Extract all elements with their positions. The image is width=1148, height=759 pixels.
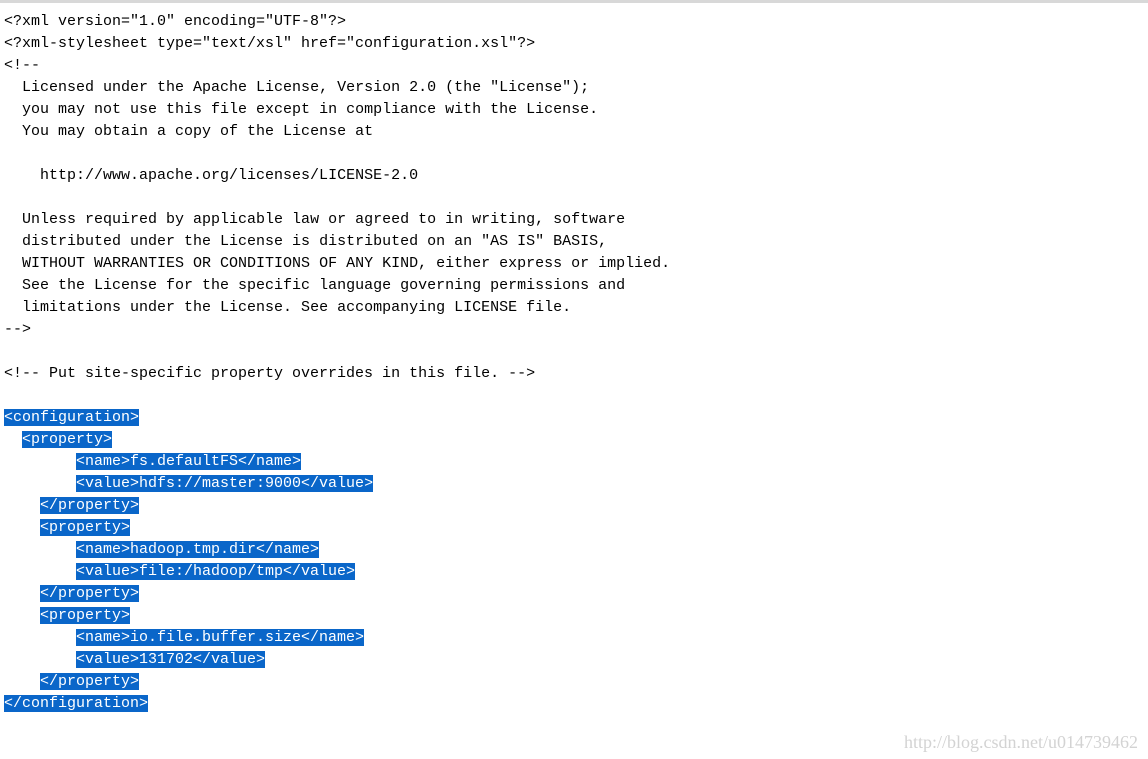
code-text: Unless required by applicable law or agr…	[22, 211, 625, 228]
code-line[interactable]: <property>	[4, 429, 1144, 451]
code-line[interactable]: <name>fs.defaultFS</name>	[4, 451, 1144, 473]
code-line[interactable]: <value>hdfs://master:9000</value>	[4, 473, 1144, 495]
code-line[interactable]	[4, 385, 1144, 407]
code-text: you may not use this file except in comp…	[22, 101, 598, 118]
code-text: <?xml-stylesheet type="text/xsl" href="c…	[4, 35, 535, 52]
selected-text: <name>io.file.buffer.size</name>	[76, 629, 364, 646]
code-line[interactable]: <value>file:/hadoop/tmp</value>	[4, 561, 1144, 583]
indent	[4, 563, 76, 580]
code-text: <?xml version="1.0" encoding="UTF-8"?>	[4, 13, 346, 30]
code-editor[interactable]: <?xml version="1.0" encoding="UTF-8"?> <?…	[0, 0, 1148, 759]
selected-text: </property>	[40, 497, 139, 514]
code-text: limitations under the License. See accom…	[22, 299, 571, 316]
indent	[4, 123, 22, 140]
indent	[4, 453, 76, 470]
code-line[interactable]	[4, 143, 1144, 165]
indent	[4, 101, 22, 118]
code-text: http://www.apache.org/licenses/LICENSE-2…	[40, 167, 418, 184]
code-line[interactable]: <name>io.file.buffer.size</name>	[4, 627, 1144, 649]
selected-text: <property>	[40, 607, 130, 624]
code-text: <!-- Put site-specific property override…	[4, 365, 535, 382]
code-line[interactable]: limitations under the License. See accom…	[4, 297, 1144, 319]
code-line[interactable]: -->	[4, 319, 1144, 341]
selected-text: <value>hdfs://master:9000</value>	[76, 475, 373, 492]
code-line[interactable]: Unless required by applicable law or agr…	[4, 209, 1144, 231]
indent	[4, 541, 76, 558]
code-line[interactable]: </configuration>	[4, 693, 1144, 715]
code-line[interactable]: <configuration>	[4, 407, 1144, 429]
code-line[interactable]: <!-- Put site-specific property override…	[4, 363, 1144, 385]
code-line[interactable]: See the License for the specific languag…	[4, 275, 1144, 297]
indent	[4, 299, 22, 316]
indent	[4, 233, 22, 250]
indent	[4, 277, 22, 294]
code-lines: <?xml version="1.0" encoding="UTF-8"?> <?…	[4, 11, 1144, 715]
watermark-text: http://blog.csdn.net/u014739462	[904, 731, 1138, 753]
code-line[interactable]: http://www.apache.org/licenses/LICENSE-2…	[4, 165, 1144, 187]
indent	[4, 607, 40, 624]
code-line[interactable]: <name>hadoop.tmp.dir</name>	[4, 539, 1144, 561]
indent	[4, 585, 40, 602]
code-line[interactable]: </property>	[4, 583, 1144, 605]
selected-text: <value>131702</value>	[76, 651, 265, 668]
selected-text: <value>file:/hadoop/tmp</value>	[76, 563, 355, 580]
indent	[4, 79, 22, 96]
code-line[interactable]: <!--	[4, 55, 1144, 77]
selected-text: </property>	[40, 585, 139, 602]
indent	[4, 497, 40, 514]
indent	[4, 475, 76, 492]
code-line[interactable]: <property>	[4, 517, 1144, 539]
code-line[interactable]: distributed under the License is distrib…	[4, 231, 1144, 253]
code-line[interactable]: Licensed under the Apache License, Versi…	[4, 77, 1144, 99]
selected-text: </property>	[40, 673, 139, 690]
indent	[4, 629, 76, 646]
indent	[4, 431, 22, 448]
code-line[interactable]: <value>131702</value>	[4, 649, 1144, 671]
indent	[4, 519, 40, 536]
indent	[4, 651, 76, 668]
code-line[interactable]: </property>	[4, 671, 1144, 693]
code-text: See the License for the specific languag…	[22, 277, 625, 294]
code-line[interactable]: you may not use this file except in comp…	[4, 99, 1144, 121]
indent	[4, 167, 40, 184]
indent	[4, 211, 22, 228]
selected-text: <configuration>	[4, 409, 139, 426]
indent	[4, 673, 40, 690]
code-line[interactable]: WITHOUT WARRANTIES OR CONDITIONS OF ANY …	[4, 253, 1144, 275]
code-text: You may obtain a copy of the License at	[22, 123, 373, 140]
code-line[interactable]: <?xml version="1.0" encoding="UTF-8"?>	[4, 11, 1144, 33]
code-line[interactable]: <property>	[4, 605, 1144, 627]
code-line[interactable]: <?xml-stylesheet type="text/xsl" href="c…	[4, 33, 1144, 55]
selected-text: <name>fs.defaultFS</name>	[76, 453, 301, 470]
selected-text: <property>	[22, 431, 112, 448]
selected-text: <property>	[40, 519, 130, 536]
code-text: Licensed under the Apache License, Versi…	[22, 79, 589, 96]
code-text: WITHOUT WARRANTIES OR CONDITIONS OF ANY …	[22, 255, 670, 272]
selected-text: <name>hadoop.tmp.dir</name>	[76, 541, 319, 558]
code-line[interactable]: You may obtain a copy of the License at	[4, 121, 1144, 143]
code-text: -->	[4, 321, 31, 338]
code-text: distributed under the License is distrib…	[22, 233, 607, 250]
code-line[interactable]	[4, 187, 1144, 209]
selected-text: </configuration>	[4, 695, 148, 712]
code-line[interactable]: </property>	[4, 495, 1144, 517]
code-line[interactable]	[4, 341, 1144, 363]
indent	[4, 255, 22, 272]
code-text: <!--	[4, 57, 40, 74]
